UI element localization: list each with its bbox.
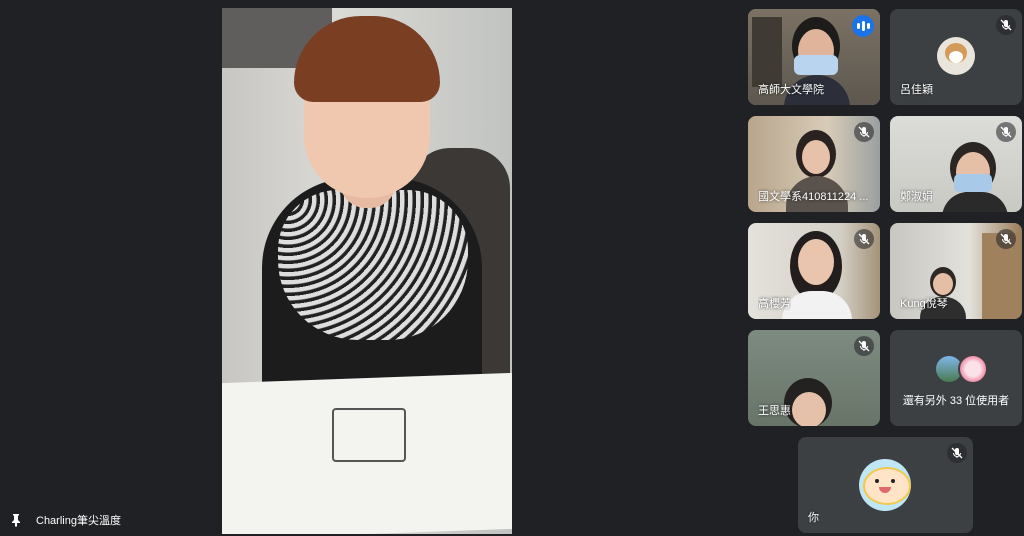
participant-tile-5[interactable]: 高櫻芳 <box>748 223 880 319</box>
pin-icon <box>12 514 20 527</box>
more-participants-tile[interactable]: 還有另外 33 位使用者 <box>890 330 1022 426</box>
participant-tile-3[interactable]: 國文學系410811224 ... <box>748 116 880 212</box>
mic-off-icon <box>996 229 1016 249</box>
participant-face <box>792 392 826 426</box>
mic-off-icon <box>854 336 874 356</box>
mic-off-icon <box>854 122 874 142</box>
mic-off-icon <box>854 229 874 249</box>
participant-mask <box>794 55 838 75</box>
mic-off-icon <box>996 15 1016 35</box>
participant-torso <box>782 291 852 319</box>
avatar-donut-icon <box>958 354 988 384</box>
pinned-speaker-name: Charling筆尖溫度 <box>36 515 121 527</box>
self-name: 你 <box>808 512 819 524</box>
more-participants-avatars <box>934 354 988 384</box>
speaking-indicator-icon <box>852 15 874 37</box>
more-participants-label: 還有另外 33 位使用者 <box>902 395 1010 407</box>
participant-name: Kung悅琴 <box>900 298 948 310</box>
participant-face <box>933 273 953 295</box>
self-tile[interactable]: 你 <box>798 437 973 533</box>
participant-name: 高櫻芳 <box>758 298 791 310</box>
video-paper-sketch <box>332 408 406 462</box>
participant-tile-7[interactable]: 王思惠 <box>748 330 880 426</box>
mic-off-icon <box>996 122 1016 142</box>
participant-mask <box>954 174 992 192</box>
participant-name: 鄭淑娟 <box>900 191 933 203</box>
bookshelf <box>752 17 782 87</box>
participant-tile-6[interactable]: Kung悅琴 <box>890 223 1022 319</box>
participant-tile-1[interactable]: 高師大文學院 <box>748 9 880 105</box>
participant-face <box>798 239 834 285</box>
participant-tile-4[interactable]: 鄭淑娟 <box>890 116 1022 212</box>
cartoon-avatar-icon <box>859 459 911 511</box>
participant-torso <box>942 192 1008 212</box>
participant-name: 呂佳穎 <box>900 84 933 96</box>
mic-off-icon <box>947 443 967 463</box>
video-person-lace-collar <box>278 190 468 340</box>
participant-name: 王思惠 <box>758 405 791 417</box>
pinned-speaker-label[interactable]: Charling筆尖溫度 <box>10 512 121 528</box>
main-video-feed[interactable] <box>222 8 512 534</box>
participant-name: 國文學系410811224 ... <box>758 191 869 203</box>
participant-tile-2[interactable]: 呂佳穎 <box>890 9 1022 105</box>
participant-face <box>802 140 830 174</box>
participant-name: 高師大文學院 <box>758 84 824 96</box>
dog-avatar-icon <box>937 37 975 75</box>
